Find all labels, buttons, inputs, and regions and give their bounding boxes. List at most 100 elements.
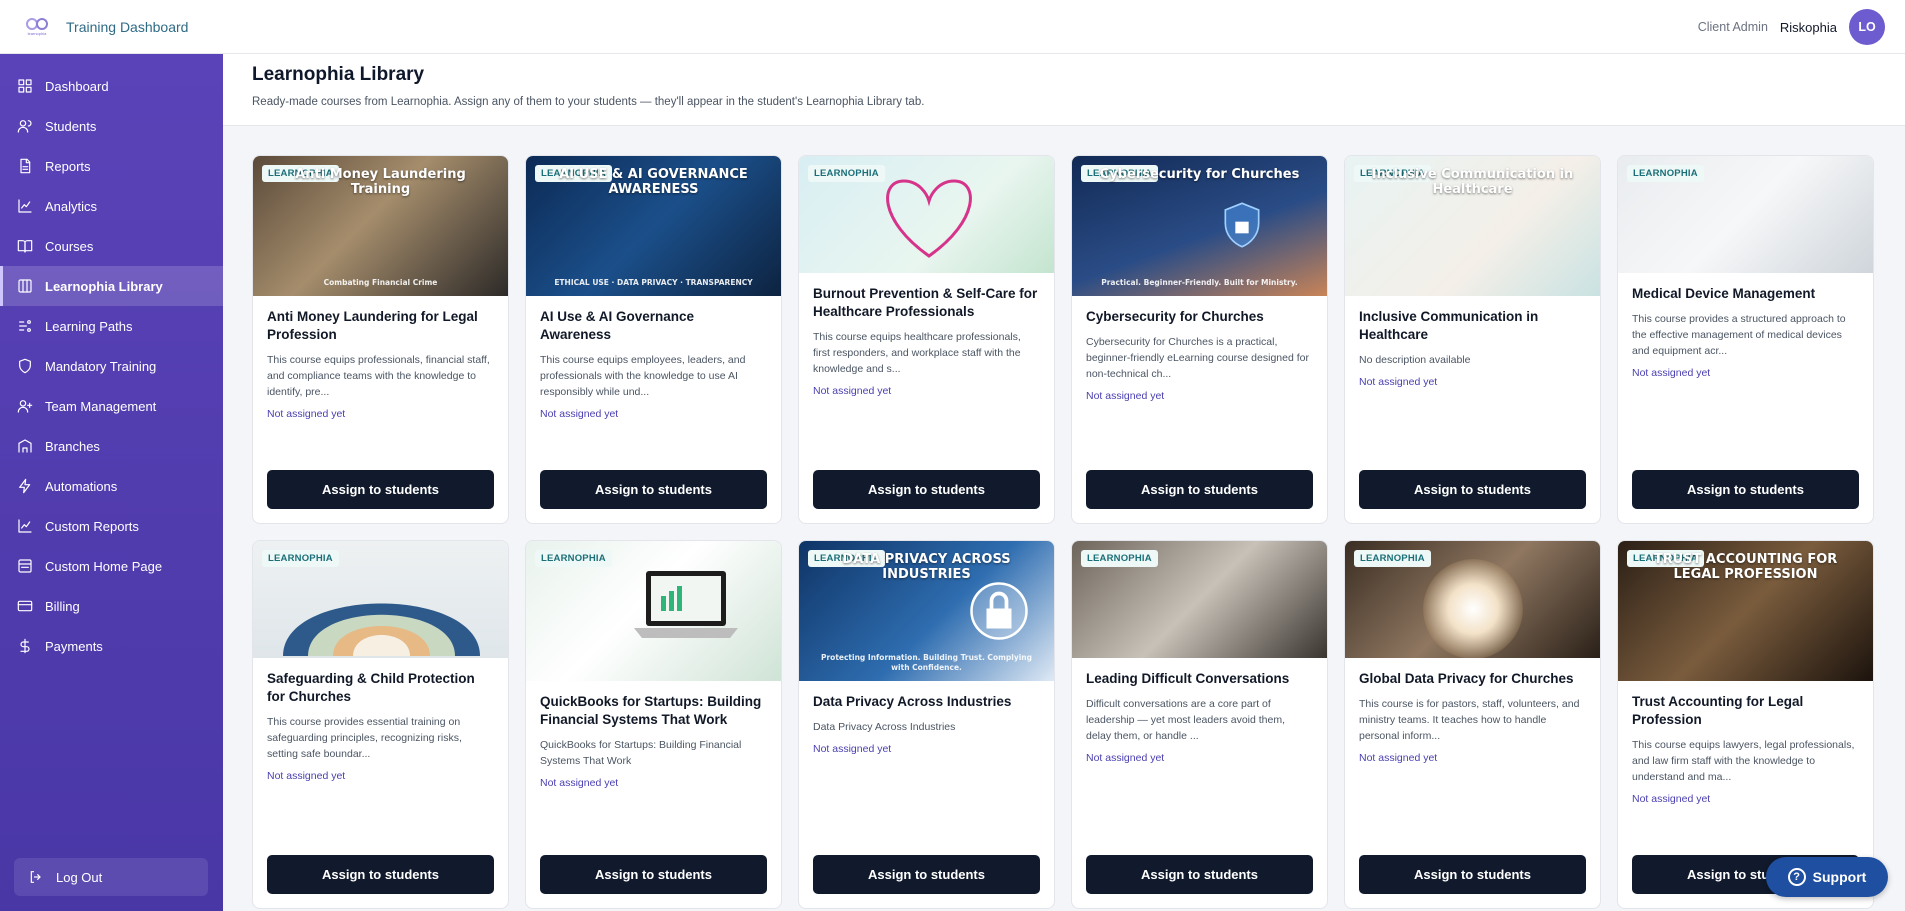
course-description: This course equips lawyers, legal profes… <box>1632 739 1855 783</box>
shield-lock-icon <box>1224 202 1260 248</box>
avatar[interactable]: LO <box>1849 9 1885 45</box>
layout-icon <box>16 557 34 575</box>
course-description: QuickBooks for Startups: Building Financ… <box>540 739 742 767</box>
assign-to-students-button[interactable]: Assign to students <box>813 470 1040 509</box>
learnophia-logo[interactable]: learnophia <box>22 12 52 42</box>
course-card-quickbooks-for-startups-building-financial-systems-that-work[interactable]: LEARNOPHIA QuickBooks for Startups: Build… <box>525 540 782 909</box>
course-card-ai-use-ai-governance-awareness[interactable]: LEARNOPHIA AI USE & AI GOVERNANCE AWARENE… <box>525 155 782 524</box>
course-title[interactable]: Medical Device Management <box>1632 285 1859 303</box>
thumbnail-subtitle: Combating Financial Crime <box>323 278 438 287</box>
thumbnail-title: AI USE & AI GOVERNANCE AWARENESS <box>559 167 748 198</box>
assign-to-students-button[interactable]: Assign to students <box>1359 470 1586 509</box>
course-title[interactable]: Burnout Prevention & Self-Care for Healt… <box>813 285 1040 321</box>
sidebar-item-billing[interactable]: Billing <box>0 586 223 626</box>
course-description: Data Privacy Across Industries <box>813 721 956 733</box>
course-card-burnout-prevention-self-care-for-healthcare-professionals[interactable]: LEARNOPHIA Burnout Prevention & Self-Care… <box>798 155 1055 524</box>
assign-to-students-button[interactable]: Assign to students <box>267 470 494 509</box>
course-thumbnail[interactable]: LEARNOPHIA Cybersecurity for Churches Prac… <box>1072 156 1327 296</box>
course-title[interactable]: Trust Accounting for Legal Profession <box>1632 693 1859 729</box>
course-title[interactable]: Cybersecurity for Churches <box>1086 308 1313 326</box>
sidebar: Dashboard Students Reports Analytics Courses… <box>0 54 223 911</box>
assign-to-students-button[interactable]: Assign to students <box>1632 470 1859 509</box>
sidebar-item-branches[interactable]: Branches <box>0 426 223 466</box>
course-card-data-privacy-across-industries[interactable]: LEARNOPHIA DATA PRIVACY ACROSS INDUSTRIES… <box>798 540 1055 909</box>
course-title[interactable]: Anti Money Laundering for Legal Professi… <box>267 308 494 344</box>
course-thumbnail[interactable]: LEARNOPHIA <box>526 541 781 681</box>
lock-icon <box>970 582 1028 640</box>
assign-to-students-button[interactable]: Assign to students <box>1086 470 1313 509</box>
course-title[interactable]: Inclusive Communication in Healthcare <box>1359 308 1586 344</box>
assign-to-students-button[interactable]: Assign to students <box>540 855 767 894</box>
library-icon <box>16 277 34 295</box>
course-card-anti-money-laundering-for-legal-profession[interactable]: LEARNOPHIA Anti Money Laundering Training… <box>252 155 509 524</box>
top-bar: learnophia Training Dashboard Client Adm… <box>0 0 1905 54</box>
sidebar-item-students[interactable]: Students <box>0 106 223 146</box>
sidebar-item-learning-paths[interactable]: Learning Paths <box>0 306 223 346</box>
support-button[interactable]: ? Support <box>1766 857 1888 897</box>
course-card-medical-device-management[interactable]: LEARNOPHIA Medical Device Management This … <box>1617 155 1874 524</box>
course-thumbnail[interactable]: LEARNOPHIA Anti Money Laundering Training… <box>253 156 508 296</box>
chart-line-icon <box>16 517 34 535</box>
course-thumbnail[interactable]: LEARNOPHIA <box>1072 541 1327 658</box>
course-thumbnail[interactable]: LEARNOPHIA <box>799 156 1054 273</box>
assign-to-students-button[interactable]: Assign to students <box>813 855 1040 894</box>
assign-to-students-button[interactable]: Assign to students <box>540 470 767 509</box>
path-icon <box>16 317 34 335</box>
course-thumbnail[interactable]: LEARNOPHIA <box>253 541 508 658</box>
course-description: This course provides a structured approa… <box>1632 313 1846 357</box>
assign-to-students-button[interactable]: Assign to students <box>267 855 494 894</box>
course-description: This course equips professionals, financ… <box>267 354 490 398</box>
sidebar-item-label: Branches <box>45 438 100 454</box>
course-card-cybersecurity-for-churches[interactable]: LEARNOPHIA Cybersecurity for Churches Prac… <box>1071 155 1328 524</box>
sidebar-item-custom-reports[interactable]: Custom Reports <box>0 506 223 546</box>
course-card-inclusive-communication-in-healthcare[interactable]: LEARNOPHIA Inclusive Communication in Hea… <box>1344 155 1601 524</box>
sidebar-item-label: Analytics <box>45 198 98 214</box>
course-card-leading-difficult-conversations[interactable]: LEARNOPHIA Leading Difficult Conversation… <box>1071 540 1328 909</box>
sidebar-item-learnophia-library[interactable]: Learnophia Library <box>0 266 223 306</box>
logout-label: Log Out <box>56 869 103 885</box>
assignment-status: Not assigned yet <box>813 743 892 755</box>
course-thumbnail[interactable]: LEARNOPHIA TRUST ACCOUNTING FOR LEGAL PRO… <box>1618 541 1873 681</box>
sidebar-item-custom-home-page[interactable]: Custom Home Page <box>0 546 223 586</box>
course-title[interactable]: Data Privacy Across Industries <box>813 693 1040 711</box>
course-card-trust-accounting-for-legal-profession[interactable]: LEARNOPHIA TRUST ACCOUNTING FOR LEGAL PRO… <box>1617 540 1874 909</box>
file-icon <box>16 157 34 175</box>
course-grid: LEARNOPHIA Anti Money Laundering Training… <box>252 155 1876 909</box>
course-card-safeguarding-child-protection-for-churches[interactable]: LEARNOPHIA Safeguarding & Child Protectio… <box>252 540 509 909</box>
sidebar-item-label: Dashboard <box>45 78 109 94</box>
course-card-global-data-privacy-for-churches[interactable]: LEARNOPHIA Global Data Privacy for Church… <box>1344 540 1601 909</box>
assign-to-students-button[interactable]: Assign to students <box>1086 855 1313 894</box>
sidebar-item-automations[interactable]: Automations <box>0 466 223 506</box>
course-description: This course equips employees, leaders, a… <box>540 354 746 398</box>
sidebar-item-analytics[interactable]: Analytics <box>0 186 223 226</box>
course-thumbnail[interactable]: LEARNOPHIA AI USE & AI GOVERNANCE AWARENE… <box>526 156 781 296</box>
sidebar-item-mandatory-training[interactable]: Mandatory Training <box>0 346 223 386</box>
page-subtitle: Ready-made courses from Learnophia. Assi… <box>252 96 925 108</box>
team-icon <box>16 397 34 415</box>
course-description: Cybersecurity for Churches is a practica… <box>1086 336 1309 380</box>
course-title[interactable]: Leading Difficult Conversations <box>1086 670 1313 688</box>
course-title[interactable]: AI Use & AI Governance Awareness <box>540 308 767 344</box>
stethoscope-heart-icon <box>886 179 972 258</box>
sidebar-item-payments[interactable]: Payments <box>0 626 223 666</box>
assignment-status: Not assigned yet <box>1359 752 1438 764</box>
sidebar-item-reports[interactable]: Reports <box>0 146 223 186</box>
course-thumbnail[interactable]: LEARNOPHIA Inclusive Communication in Hea… <box>1345 156 1600 296</box>
page-title: Learnophia Library <box>252 64 425 85</box>
course-thumbnail[interactable]: LEARNOPHIA <box>1618 156 1873 273</box>
logout-button[interactable]: Log Out <box>14 858 208 896</box>
user-role: Client Admin <box>1697 20 1768 34</box>
sidebar-item-dashboard[interactable]: Dashboard <box>0 66 223 106</box>
course-title[interactable]: Safeguarding & Child Protection for Chur… <box>267 670 494 706</box>
sidebar-item-label: Automations <box>45 478 118 494</box>
page-header: Learnophia Library Ready-made courses fr… <box>223 54 1905 126</box>
assign-to-students-button[interactable]: Assign to students <box>1359 855 1586 894</box>
course-thumbnail[interactable]: LEARNOPHIA DATA PRIVACY ACROSS INDUSTRIES… <box>799 541 1054 681</box>
app-title[interactable]: Training Dashboard <box>66 19 188 35</box>
course-thumbnail[interactable]: LEARNOPHIA <box>1345 541 1600 658</box>
sidebar-item-label: Learnophia Library <box>45 278 163 294</box>
sidebar-item-courses[interactable]: Courses <box>0 226 223 266</box>
sidebar-item-team-management[interactable]: Team Management <box>0 386 223 426</box>
course-title[interactable]: Global Data Privacy for Churches <box>1359 670 1586 688</box>
course-title[interactable]: QuickBooks for Startups: Building Financ… <box>540 693 767 729</box>
